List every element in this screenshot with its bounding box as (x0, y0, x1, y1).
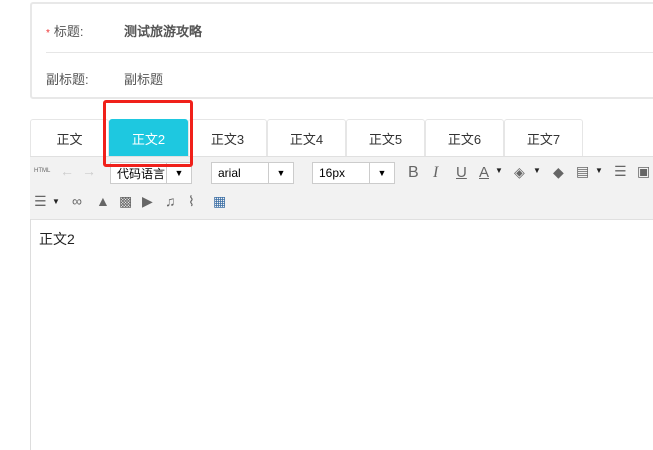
paragraph-format-icon[interactable]: ▤ (576, 163, 589, 180)
tab-content-5[interactable]: 正文5 (346, 119, 425, 156)
title-row: * 标题: 测试旅游攻略 (46, 20, 202, 40)
editor-toolbar: HTML ← → 代码语言 ▼ arial ▼ 16px ▼ B I U A ▼ ◈ … (30, 156, 653, 220)
chevron-down-icon: ▼ (595, 166, 603, 175)
undo-icon[interactable]: ← (60, 163, 74, 179)
font-size-select[interactable]: 16px ▼ (312, 162, 395, 184)
attachment-icon[interactable]: ⌇ (188, 193, 195, 210)
font-family-select[interactable]: arial ▼ (211, 162, 294, 184)
subtitle-row: 副标题: 副标题 (46, 68, 163, 88)
editor-text: 正文2 (39, 231, 75, 247)
content-tabs: 正文 正文2 正文3 正文4 正文5 正文6 正文7 (30, 119, 583, 156)
chevron-down-icon: ▼ (52, 197, 60, 206)
html-source-button[interactable]: HTML (34, 168, 50, 174)
redo-icon[interactable]: → (82, 163, 96, 179)
tab-content-6[interactable]: 正文6 (425, 119, 504, 156)
indent-icon[interactable]: ☰ (614, 163, 627, 180)
article-form: * 标题: 测试旅游攻略 副标题: 副标题 (30, 2, 653, 99)
eraser-icon[interactable]: ◆ (553, 164, 564, 181)
multi-image-icon[interactable]: ▩ (119, 193, 132, 210)
bold-button[interactable]: B (408, 164, 419, 182)
chevron-down-icon: ▼ (533, 166, 541, 175)
image-icon[interactable]: ▲ (96, 193, 110, 209)
paste-text-icon[interactable]: ▣ (637, 163, 650, 180)
tab-content-1[interactable]: 正文 (30, 119, 109, 156)
video-icon[interactable]: ▶ (142, 193, 153, 210)
chevron-down-icon: ▼ (369, 163, 394, 183)
chevron-down-icon: ▼ (166, 163, 191, 183)
subtitle-input[interactable]: 副标题 (124, 69, 163, 88)
title-label: 标题: (53, 23, 84, 39)
subtitle-label: 副标题: (46, 71, 89, 87)
editor-content-area[interactable]: 正文2 (30, 219, 653, 450)
font-color-button[interactable]: A (479, 164, 489, 181)
title-input[interactable]: 测试旅游攻略 (124, 21, 202, 40)
tab-content-3[interactable]: 正文3 (188, 119, 267, 156)
tab-content-7[interactable]: 正文7 (504, 119, 583, 156)
link-icon[interactable]: ∞ (72, 193, 82, 209)
tab-content-2[interactable]: 正文2 (109, 119, 188, 156)
underline-button[interactable]: U (456, 164, 467, 181)
tab-content-4[interactable]: 正文4 (267, 119, 346, 156)
italic-button[interactable]: I (433, 164, 438, 182)
list-icon[interactable]: ☰ (34, 193, 47, 210)
code-language-select[interactable]: 代码语言 ▼ (110, 162, 192, 184)
divider (46, 52, 653, 53)
music-icon[interactable]: ♫ (165, 193, 176, 209)
chevron-down-icon: ▼ (268, 163, 293, 183)
background-color-icon[interactable]: ◈ (514, 164, 525, 181)
required-mark: * (46, 27, 50, 39)
word-import-icon[interactable]: ▦ (213, 193, 226, 210)
chevron-down-icon: ▼ (495, 166, 503, 175)
